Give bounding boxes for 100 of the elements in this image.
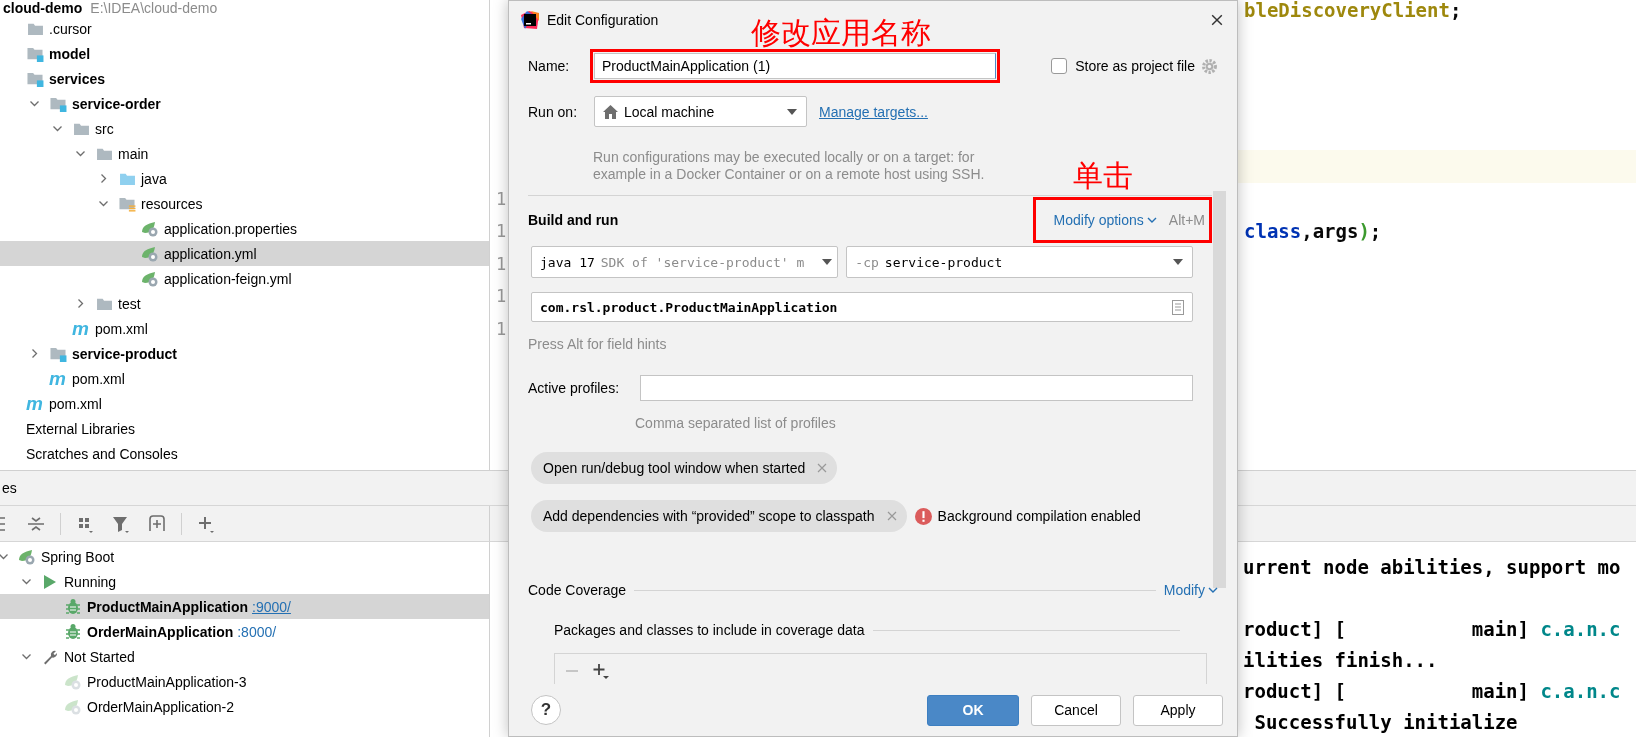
tree-row[interactable]: m pom.xml xyxy=(0,391,489,416)
spring-leaf-icon xyxy=(141,270,159,287)
tree-row[interactable]: ProductMainApplication-3 xyxy=(0,669,489,694)
field-label: Active profiles: xyxy=(528,380,621,396)
close-icon[interactable] xyxy=(1211,14,1223,26)
tree-row[interactable]: Scratches and Consoles xyxy=(0,441,489,466)
tree-row[interactable]: service-order xyxy=(0,91,489,116)
tree-label: model xyxy=(49,45,91,62)
folder-icon xyxy=(118,171,136,186)
chevron-icon[interactable] xyxy=(52,123,63,134)
tree-row[interactable]: .cursor xyxy=(0,16,489,41)
module-folder-icon xyxy=(26,45,44,62)
dropdown-arrow-icon[interactable] xyxy=(1172,258,1184,266)
spring-leaf-icon xyxy=(64,673,82,690)
tree-label: Running xyxy=(64,573,117,590)
spring-leaf-icon xyxy=(64,698,82,715)
tree-label: pom.xml xyxy=(95,320,148,337)
dialog-button[interactable]: Apply xyxy=(1133,694,1223,726)
maven-icon: m xyxy=(26,394,44,413)
tree-row[interactable]: test xyxy=(0,291,489,316)
folder-icon xyxy=(72,121,90,136)
manage-targets-link[interactable]: Manage targets... xyxy=(819,103,928,120)
console-line: roduct] [ main] c.a.n.c xyxy=(1243,679,1622,704)
tree-row[interactable]: Running xyxy=(0,569,489,594)
chevron-icon[interactable] xyxy=(75,148,86,159)
checkbox[interactable] xyxy=(1051,58,1068,74)
chevron-icon[interactable] xyxy=(21,576,32,587)
port-link[interactable]: :9000/ xyxy=(252,598,291,615)
chevron-icon[interactable] xyxy=(29,98,40,109)
console-line: roduct] [ main] c.a.n.c xyxy=(1243,617,1622,642)
tree-row[interactable]: service-product xyxy=(0,341,489,366)
scrollbar-thumb[interactable] xyxy=(1213,191,1226,588)
module-folder-icon xyxy=(49,95,67,112)
tree-label: .cursor xyxy=(49,20,92,37)
tree-row[interactable]: application-feign.yml xyxy=(0,266,489,291)
classpath-dropdown[interactable]: -cp service-product xyxy=(846,246,1193,278)
tree-row[interactable]: java xyxy=(0,166,489,191)
field-label: Run on: xyxy=(528,103,579,120)
spring-leaf-icon xyxy=(141,245,159,262)
tree-label: application.yml xyxy=(164,245,257,262)
console-line: Successfully initialize xyxy=(1253,710,1519,735)
tree-label: OrderMainApplication-2 xyxy=(87,698,235,715)
browse-icon[interactable] xyxy=(1172,299,1184,315)
tree-row[interactable]: services xyxy=(0,66,489,91)
tree-row[interactable]: main xyxy=(0,141,489,166)
tree-label: Spring Boot xyxy=(41,548,115,565)
annotation-text: 单击 xyxy=(1072,161,1133,191)
console-line: urrent node abilities, support mo xyxy=(1243,555,1622,580)
project-name: cloud-demo xyxy=(3,0,83,16)
tree-row[interactable]: m pom.xml xyxy=(0,316,489,341)
line-number: 1 xyxy=(496,221,507,242)
tree-label: service-order xyxy=(72,95,161,112)
panel-title: es xyxy=(2,480,17,496)
option-chip[interactable]: Open run/debug tool window when started xyxy=(531,452,838,484)
dialog-button[interactable]: OK xyxy=(927,694,1019,726)
chevron-icon[interactable] xyxy=(98,198,109,209)
dialog-button[interactable]: Cancel xyxy=(1031,694,1121,726)
chevron-icon[interactable] xyxy=(29,348,40,359)
tree-row[interactable]: application.yml xyxy=(0,241,489,266)
chevron-icon[interactable] xyxy=(0,551,9,562)
section-title: Code Coverage xyxy=(528,582,627,598)
tree-row[interactable]: resources xyxy=(0,191,489,216)
chevron-icon[interactable] xyxy=(98,173,109,184)
dropdown-arrow-icon[interactable] xyxy=(821,258,834,266)
chevron-down-icon[interactable] xyxy=(1146,216,1157,224)
modify-options-link[interactable]: Modify options xyxy=(1053,212,1157,228)
dropdown-arrow-icon[interactable] xyxy=(786,107,798,116)
chevron-down-icon[interactable] xyxy=(1208,586,1218,594)
active-profiles-field[interactable] xyxy=(640,375,1193,401)
port-link[interactable]: :8000/ xyxy=(237,623,277,640)
modify-link[interactable]: Modify xyxy=(1163,582,1218,598)
chevron-icon[interactable] xyxy=(75,298,86,309)
tree-row[interactable]: application.properties xyxy=(0,216,489,241)
tree-row[interactable]: External Libraries xyxy=(0,416,489,441)
tree-row[interactable]: m pom.xml xyxy=(0,366,489,391)
line-number: 1 xyxy=(496,253,507,274)
tree-row[interactable]: ProductMainApplication :9000/ xyxy=(0,594,489,619)
tree-row[interactable]: Spring Boot xyxy=(0,544,489,569)
tree-row[interactable]: OrderMainApplication-2 xyxy=(0,694,489,719)
tree-row[interactable]: Not Started xyxy=(0,644,489,669)
tree-row[interactable]: model xyxy=(0,41,489,66)
tree-label: External Libraries xyxy=(26,420,135,437)
main-class-field[interactable]: com.rsl.product.ProductMainApplication xyxy=(531,292,1193,322)
tree-label: resources xyxy=(141,195,203,212)
option-chip[interactable]: Add dependencies with “provided” scope to classpath xyxy=(531,500,907,532)
tree-row[interactable]: src xyxy=(0,116,489,141)
annotation-text: 修改应用名称 xyxy=(751,18,931,48)
name-field[interactable]: ProductMainApplication (1) xyxy=(594,53,996,79)
add-icon[interactable] xyxy=(593,662,609,679)
chevron-icon[interactable] xyxy=(21,651,32,662)
tree-label: test xyxy=(118,295,141,312)
jre-dropdown[interactable]: java 17 SDK of 'service-product' m xyxy=(531,246,839,278)
shortcut-hint: Alt+M xyxy=(1168,212,1205,228)
warning-text: Background compilation enabled xyxy=(937,508,1141,524)
maven-icon: m xyxy=(49,369,67,388)
run-target-dropdown[interactable]: Local machine xyxy=(594,96,807,127)
section-title: Packages and classes to include in coverage data xyxy=(554,622,865,638)
tree-row[interactable]: OrderMainApplication :8000/ xyxy=(0,619,489,644)
help-button[interactable]: ? xyxy=(531,695,561,725)
tree-label: OrderMainApplication xyxy=(87,623,234,640)
